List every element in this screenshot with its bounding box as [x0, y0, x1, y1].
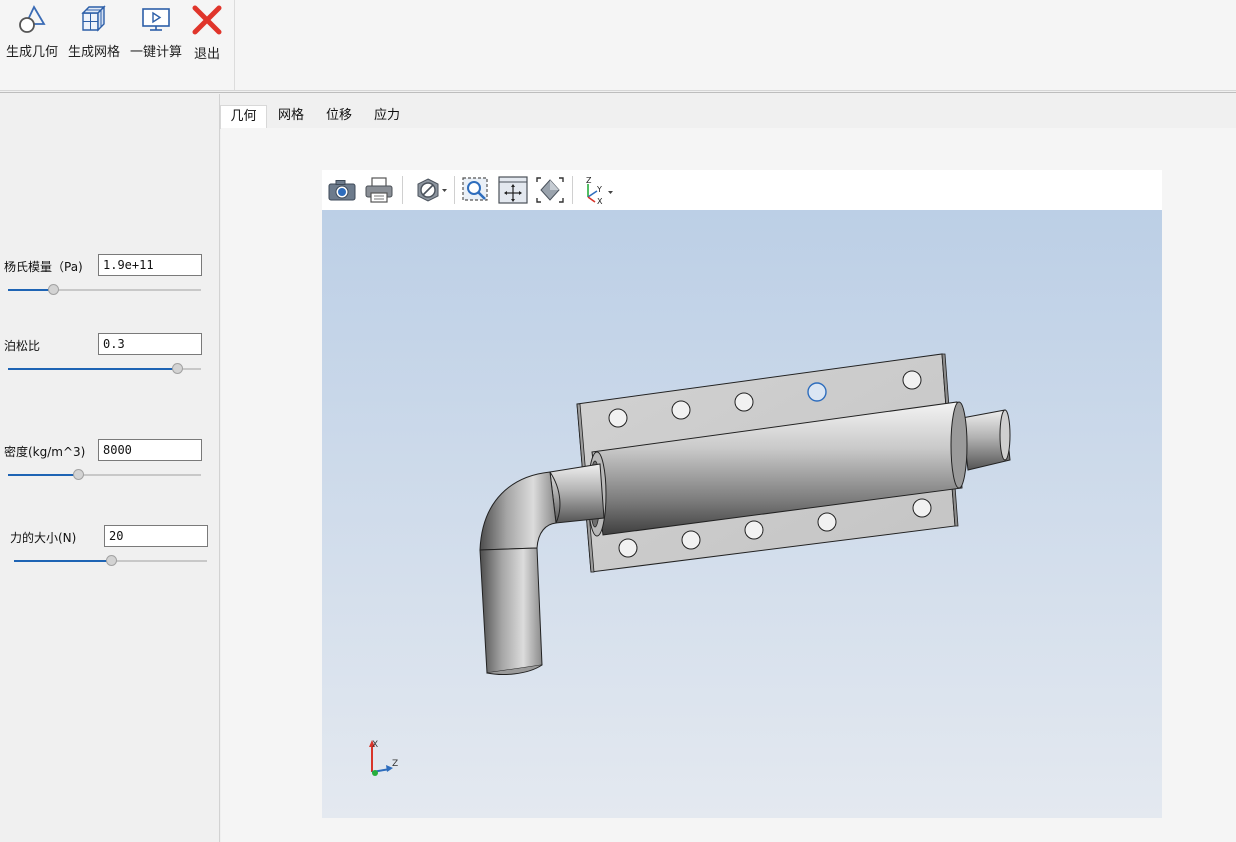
- slider-fill: [8, 368, 178, 370]
- force-input[interactable]: 20: [104, 525, 208, 547]
- tab-displacement[interactable]: 位移: [316, 105, 362, 127]
- viewer-toolbar-separator: [402, 176, 403, 204]
- triad-x-label: X: [372, 740, 378, 750]
- pan-icon: [498, 176, 528, 204]
- toolbar-separator: [234, 0, 235, 90]
- viewer-toolbar: Z Y X: [322, 170, 1162, 210]
- 3d-canvas[interactable]: X Z: [322, 210, 1162, 818]
- generate-mesh-label: 生成网格: [67, 45, 120, 60]
- screenshot-button[interactable]: [326, 175, 358, 205]
- poisson-ratio-input[interactable]: 0.3: [98, 333, 202, 355]
- slider-fill: [14, 560, 113, 562]
- slider-thumb[interactable]: [171, 363, 183, 374]
- close-x-icon: [192, 5, 222, 35]
- tab-mesh[interactable]: 网格: [268, 105, 314, 127]
- density-input[interactable]: 8000: [98, 439, 202, 461]
- force-label: 力的大小(N): [10, 531, 77, 545]
- slider-thumb[interactable]: [73, 469, 85, 480]
- zoom-box-button[interactable]: [460, 175, 492, 205]
- density-slider[interactable]: [8, 468, 201, 482]
- fit-all-icon: [536, 177, 564, 203]
- geometry-shapes-icon: [19, 5, 46, 33]
- display-mode-icon: [417, 178, 447, 202]
- tab-geometry[interactable]: 几何: [220, 105, 267, 128]
- generate-mesh-button[interactable]: 生成网格: [66, 0, 122, 70]
- exit-label: 退出: [193, 47, 220, 62]
- slider-fill: [8, 474, 80, 476]
- viewer-toolbar-separator: [572, 176, 573, 204]
- triad-z-label: Z: [392, 759, 398, 769]
- tab-stress[interactable]: 应力: [364, 105, 410, 127]
- youngs-modulus-input[interactable]: 1.9e+11: [98, 254, 202, 276]
- pan-button[interactable]: [497, 175, 529, 205]
- toolbar-divider: [0, 92, 1236, 93]
- orientation-triad: X Z: [369, 740, 398, 776]
- view-axes-x-label: X: [597, 197, 603, 205]
- one-click-compute-label: 一键计算: [129, 45, 182, 60]
- camera-icon: [328, 180, 356, 201]
- poisson-ratio-label: 泊松比: [4, 339, 41, 353]
- viewer-toolbar-separator: [454, 176, 455, 204]
- door-latch-model: X Z: [369, 353, 1011, 776]
- slider-thumb[interactable]: [106, 555, 118, 566]
- one-click-compute-button[interactable]: 一键计算: [128, 0, 184, 70]
- view-axes-y-label: Y: [596, 185, 602, 194]
- mesh-cube-icon: [81, 5, 106, 32]
- view-axes-icon: Z Y X: [586, 176, 613, 205]
- result-tabs: 几何 网格 位移 应力: [220, 105, 1236, 129]
- parameter-panel: 杨氏模量（Pa) 1.9e+11 泊松比 0.3 密度(kg/m^3) 8000…: [0, 94, 220, 842]
- zoom-box-icon: [462, 177, 488, 201]
- force-slider[interactable]: [14, 554, 207, 568]
- generate-geometry-button[interactable]: 生成几何: [4, 0, 60, 70]
- density-label: 密度(kg/m^3): [4, 445, 86, 459]
- print-icon: [365, 177, 393, 203]
- print-button[interactable]: [363, 175, 395, 205]
- geometry-viewer: Z Y X X Z: [322, 170, 1162, 818]
- slider-thumb[interactable]: [48, 284, 60, 295]
- exit-button[interactable]: 退出: [188, 0, 226, 70]
- view-axes-z-label: Z: [586, 176, 592, 185]
- youngs-modulus-label: 杨氏模量（Pa): [4, 260, 83, 274]
- display-mode-button[interactable]: [414, 175, 450, 205]
- main-toolbar: 生成几何 生成网格 一键计算 退出: [0, 0, 1236, 91]
- fit-all-button[interactable]: [534, 175, 566, 205]
- monitor-play-icon: [142, 8, 170, 31]
- view-axes-button[interactable]: Z Y X: [578, 175, 616, 205]
- poisson-ratio-slider[interactable]: [8, 362, 201, 376]
- generate-geometry-label: 生成几何: [5, 45, 58, 60]
- youngs-modulus-slider[interactable]: [8, 283, 201, 297]
